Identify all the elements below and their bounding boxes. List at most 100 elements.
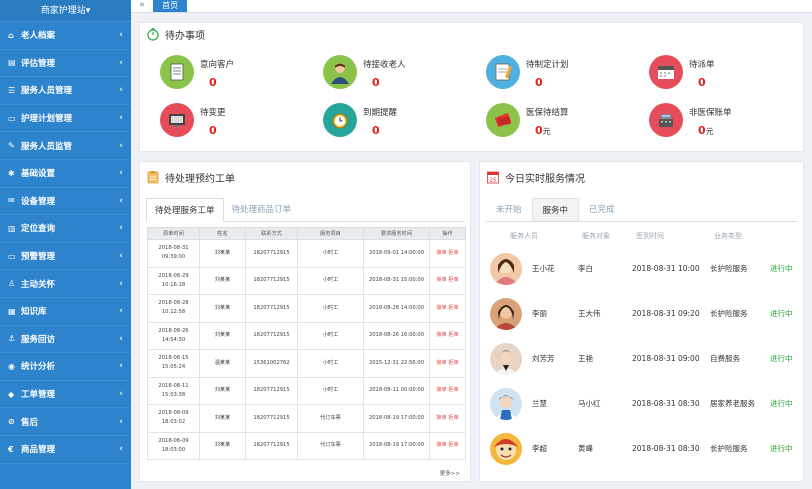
list-item[interactable]: 王小花 李白 2018-08-31 10:00 长护险服务 进行中 (480, 246, 803, 291)
cell-time: 2018-08-09 18:03:02 (147, 404, 200, 433)
double-chevron-left-icon[interactable]: « (131, 0, 153, 12)
todo-label: 待变更 (200, 108, 226, 118)
cell-service-time: 2018-08-31 15:00:00 (363, 266, 430, 295)
chevron-left-icon: ‹ (119, 333, 123, 344)
tab-completed[interactable]: 已完成 (579, 198, 625, 221)
table-row: 2018-08-29 10:16:18 刘某某 18207712915 小时工 2018… (147, 266, 466, 295)
accept-reject-links[interactable]: 接单 拒单 (429, 239, 466, 268)
column-header: 操作 (429, 227, 466, 240)
monitor-icon: ▭ (8, 251, 16, 261)
staff-name: 李超 (532, 444, 547, 453)
status-badge: 进行中 (770, 399, 793, 408)
accept-reject-links[interactable]: 接单 拒单 (429, 376, 466, 405)
sidebar-item-statistics[interactable]: ◉ 统计分析 ‹ (0, 353, 131, 381)
tab-not-started[interactable]: 未开始 (486, 198, 532, 221)
notepad-icon (486, 55, 520, 89)
staff-name: 李丽 (532, 309, 547, 318)
gear-icon: ✱ (8, 168, 15, 178)
more-link[interactable]: 更多>> (440, 469, 460, 477)
sidebar-item-assessment[interactable]: ▤ 评估管理 ‹ (0, 50, 131, 78)
chevron-left-icon: ‹ (119, 113, 123, 124)
checkin-time: 2018-08-31 09:20 (632, 309, 700, 318)
todo-item-non-insurance-bills[interactable]: 非医保账单 0元 (649, 103, 732, 137)
cell-item: 代订车票 (297, 431, 364, 460)
todo-item-insurance-settlement[interactable]: 医保待结算 0元 (486, 103, 569, 137)
todo-count: 0 (209, 124, 217, 137)
today-list: 王小花 李白 2018-08-31 10:00 长护险服务 进行中 李丽 王大伟… (480, 246, 803, 471)
list-item[interactable]: 李超 黄峰 2018-08-31 08:30 长护险服务 进行中 (480, 426, 803, 471)
sidebar-item-label: 基础设置 (21, 169, 56, 180)
chevron-left-icon: ‹ (119, 223, 123, 234)
today-title: 今日实时服务情况 (505, 173, 585, 185)
cell-phone: 18207712915 (245, 404, 298, 433)
sidebar-item-label: 商品管理 (21, 445, 56, 456)
accept-reject-links[interactable]: 接单 拒单 (429, 266, 466, 295)
sidebar-item-revisit[interactable]: ⚓ 服务回访 ‹ (0, 326, 131, 354)
table-row: 2018-08-31 09:39:00 刘某某 18207712915 小时工 2018… (147, 239, 466, 268)
cell-phone: 18207712915 (245, 266, 298, 295)
chevron-left-icon: ‹ (119, 57, 123, 68)
list-item[interactable]: 刘芳芳 王艳 2018-08-31 09:00 自费服务 进行中 (480, 336, 803, 381)
accept-reject-links[interactable]: 接单 拒单 (429, 349, 466, 378)
todo-item-pending-changes[interactable]: 待变更 0 (160, 103, 226, 137)
todo-amount: 0元 (698, 124, 714, 137)
tab-in-service[interactable]: 服务中 (531, 198, 580, 221)
todo-count: 0 (372, 124, 380, 137)
chevron-left-icon: ‹ (119, 140, 123, 151)
sidebar-item-label: 知识库 (21, 307, 47, 318)
tab-home[interactable]: 首页 (153, 0, 187, 12)
table-row: 2018-08-09 18:03:02 刘某某 18207712915 代订车票 201… (147, 404, 466, 433)
station-selector[interactable]: 商家护理站▾ (0, 0, 131, 22)
accept-reject-links[interactable]: 接单 拒单 (429, 321, 466, 350)
sidebar-item-staff-supervision[interactable]: ✎ 服务人员监管 ‹ (0, 132, 131, 160)
sidebar-item-workorders[interactable]: ◆ 工单管理 ‹ (0, 381, 131, 409)
accept-reject-links[interactable]: 接单 拒单 (429, 294, 466, 323)
caret-down-icon: ▾ (85, 6, 91, 16)
station-name: 商家护理站 (40, 6, 86, 16)
todo-item-pending-elders[interactable]: 待接收老人 0 (323, 55, 406, 89)
checkin-time: 2018-08-31 08:30 (632, 399, 700, 408)
cell-name: 刘某某 (199, 404, 246, 433)
sidebar-item-elder-records[interactable]: ⌂ 老人档案 ‹ (0, 22, 131, 50)
sidebar-item-label: 评估管理 (21, 58, 56, 69)
todo-item-expiry-reminder[interactable]: 到期提醒 0 (323, 103, 397, 137)
sidebar-item-settings[interactable]: ✱ 基础设置 ‹ (0, 160, 131, 188)
sidebar-item-staff[interactable]: ☰ 服务人员管理 ‹ (0, 77, 131, 105)
cell-time: 2018-08-15 15:05:24 (147, 349, 200, 378)
list-item[interactable]: 兰慧 马小红 2018-08-31 08:30 居家养老服务 进行中 (480, 381, 803, 426)
stopwatch-icon (147, 28, 159, 41)
todo-item-intent-customers[interactable]: 意向客户 0 (160, 55, 234, 89)
sidebar-item-label: 预警管理 (21, 252, 56, 263)
accept-reject-links[interactable]: 接单 拒单 (429, 404, 466, 433)
cell-time: 2018-08-28 10:12:58 (147, 294, 200, 323)
sidebar-item-knowledge[interactable]: ▦ 知识库 ‹ (0, 298, 131, 326)
cell-time: 2018-08-11 15:03:38 (147, 376, 200, 405)
column-header: 服务项目 (297, 227, 364, 240)
tab-service-orders[interactable]: 待处理服务工单 (146, 198, 224, 222)
list-item[interactable]: 李丽 王大伟 2018-08-31 09:20 长护险服务 进行中 (480, 291, 803, 336)
chevron-left-icon: ‹ (119, 306, 123, 317)
column-header: 原单时间 (147, 227, 200, 240)
clipboard-icon (147, 171, 159, 184)
chevron-left-icon: ‹ (119, 251, 123, 262)
checkin-time: 2018-08-31 10:00 (632, 264, 700, 273)
tab-product-orders[interactable]: 待处理商品订单 (224, 198, 300, 221)
sidebar-item-care[interactable]: ♙ 主动关怀 ‹ (0, 270, 131, 298)
sidebar-item-aftersales[interactable]: ⊘ 售后 ‹ (0, 408, 131, 436)
sidebar-item-location[interactable]: ▥ 定位查询 ‹ (0, 215, 131, 243)
sidebar-item-label: 主动关怀 (21, 279, 56, 290)
cell-name: 温某某 (199, 349, 246, 378)
accept-reject-links[interactable]: 接单 拒单 (429, 431, 466, 460)
today-service-panel: 25 今日实时服务情况 未开始 服务中 已完成 服务人员 服务对象 签到时间 业… (479, 161, 804, 482)
sidebar-item-products[interactable]: € 商品管理 ‹ (0, 436, 131, 464)
sidebar-item-alerts[interactable]: ▭ 预警管理 ‹ (0, 243, 131, 271)
column-header: 要求服务时间 (363, 227, 430, 240)
cell-time: 2018-08-29 10:16:18 (147, 266, 200, 295)
building-icon: ▥ (8, 223, 16, 233)
sidebar-item-devices[interactable]: ✉ 设备管理 ‹ (0, 188, 131, 216)
sidebar-item-care-plan[interactable]: ▭ 护理计划管理 ‹ (0, 105, 131, 133)
cell-item: 小时工 (297, 294, 364, 323)
todo-item-pending-plans[interactable]: 待制定计划 0 (486, 55, 569, 89)
todo-item-pending-dispatch[interactable]: 待派单 0 (649, 55, 715, 89)
cell-time: 2018-08-31 09:39:00 (147, 239, 200, 268)
